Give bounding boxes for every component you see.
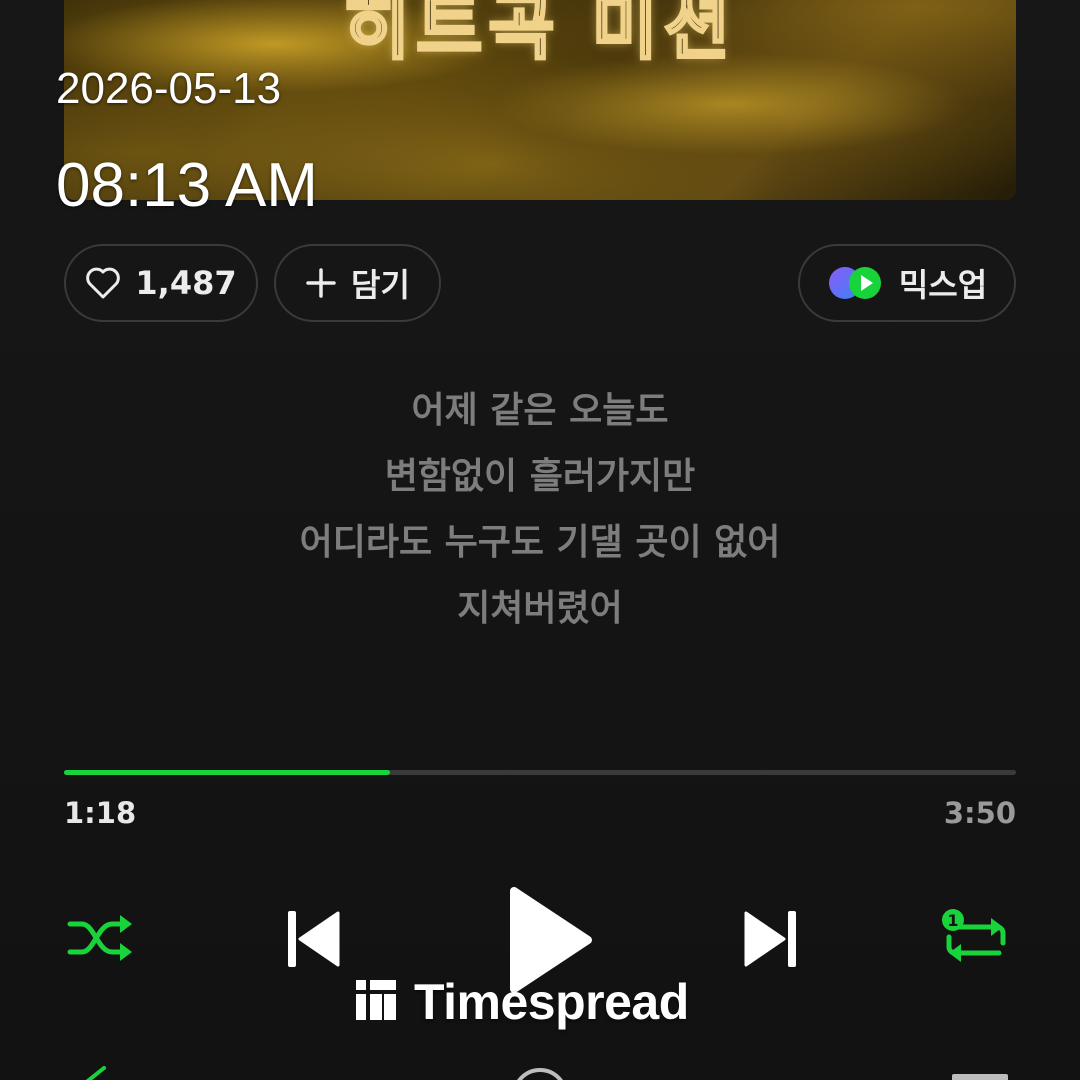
overlay-time: 08:13 AM — [56, 151, 318, 220]
watermark: Timespread — [354, 972, 689, 1032]
overlay-date: 2026-05-13 — [56, 64, 282, 113]
album-art-title: 히트곡 미션 — [342, 0, 737, 71]
mixup-button[interactable]: 믹스업 — [798, 244, 1016, 322]
skip-next-icon — [742, 908, 800, 974]
progress-bar[interactable] — [64, 770, 1016, 775]
repeat-one-icon: 1 — [939, 907, 1013, 973]
like-button[interactable]: 1,487 — [64, 244, 258, 322]
plus-icon — [305, 267, 337, 299]
repeat-button[interactable]: 1 — [936, 900, 1016, 980]
lyric-line: 어제 같은 오늘도 — [411, 390, 669, 431]
total-time: 3:50 — [943, 796, 1016, 830]
shuffle-icon — [66, 910, 134, 970]
elapsed-time: 1:18 — [64, 796, 137, 830]
repeat-mode-badge: 1 — [947, 911, 958, 930]
nav-recent-apps-button[interactable] — [952, 1074, 1008, 1080]
nav-home-button[interactable] — [512, 1068, 568, 1080]
lyric-line: 변함없이 흘러가지만 — [384, 456, 696, 497]
progress-fill — [64, 770, 390, 775]
lyric-line: 지쳐버렸어 — [457, 588, 623, 629]
mixup-label: 믹스업 — [898, 266, 988, 304]
lyric-line: 어디라도 누구도 기댈 곳이 없어 — [299, 522, 781, 563]
watermark-text: Timespread — [414, 974, 689, 1030]
add-label: 담기 — [351, 266, 410, 304]
add-to-playlist-button[interactable]: 담기 — [274, 244, 441, 322]
heart-outline-icon — [85, 266, 121, 300]
mixup-logo-icon — [827, 264, 885, 302]
music-player-screen: 히트곡 미션 2026-05-13 08:13 AM 1,487 담기 믹스업 … — [0, 0, 1080, 1080]
previous-track-button[interactable] — [278, 905, 348, 977]
nav-back-button[interactable] — [78, 1066, 108, 1080]
like-count: 1,487 — [135, 264, 237, 302]
next-track-button[interactable] — [736, 905, 806, 977]
shuffle-button[interactable] — [62, 905, 138, 975]
timespread-logo-icon — [354, 978, 398, 1026]
lyrics-panel[interactable]: 어제 같은 오늘도 변함없이 흘러가지만 어디라도 누구도 기댈 곳이 없어 지… — [0, 378, 1080, 642]
skip-previous-icon — [284, 908, 342, 974]
